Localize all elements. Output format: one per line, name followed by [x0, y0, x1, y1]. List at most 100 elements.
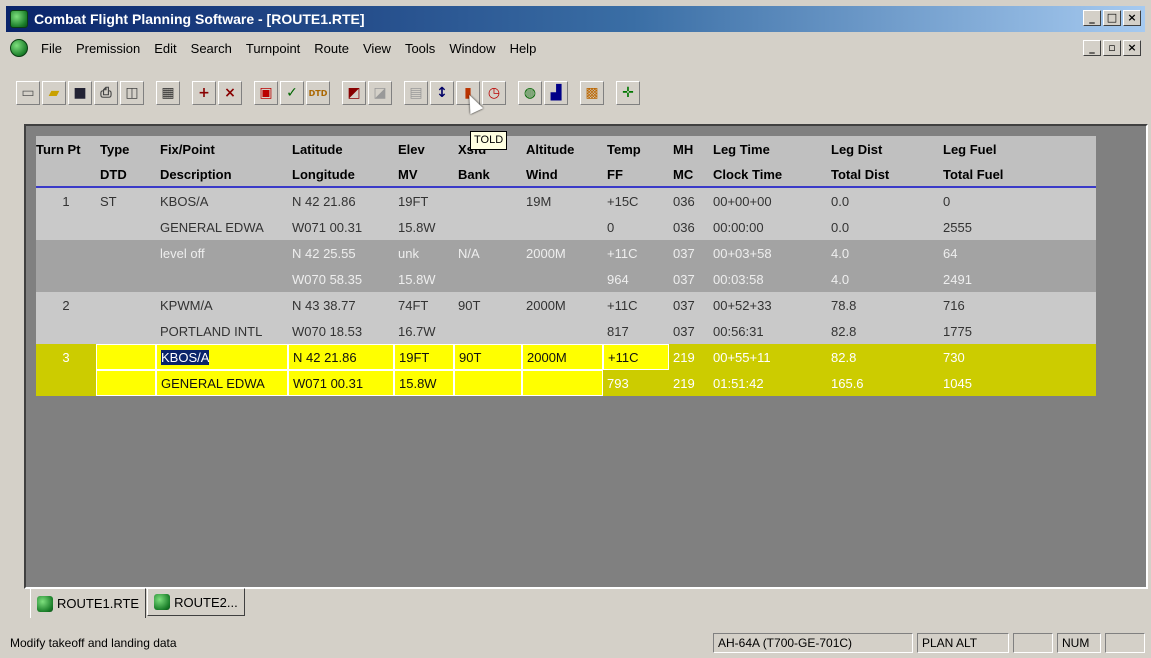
menu-search[interactable]: Search	[184, 41, 239, 56]
table-cell[interactable]	[454, 266, 522, 292]
column-header[interactable]: Longitude	[288, 167, 394, 182]
menu-help[interactable]: Help	[503, 41, 544, 56]
column-header[interactable]: MC	[669, 167, 709, 182]
table-cell[interactable]: KBOS/A	[156, 188, 288, 214]
table-cell[interactable]: +11C	[603, 344, 669, 370]
menu-file[interactable]: File	[34, 41, 69, 56]
table-cell[interactable]: 90T	[454, 344, 522, 370]
table-cell[interactable]: 00:03:58	[709, 266, 827, 292]
table-cell[interactable]	[522, 214, 603, 240]
column-header[interactable]: Total Dist	[827, 167, 939, 182]
menu-view[interactable]: View	[356, 41, 398, 56]
table-cell[interactable]: 793	[603, 370, 669, 396]
vertical-icon[interactable]: ↕	[430, 81, 454, 105]
column-header[interactable]: Leg Fuel	[939, 142, 1059, 157]
table-cell[interactable]: 4.0	[827, 266, 939, 292]
table-cell[interactable]: KBOS/A	[156, 344, 288, 370]
table-cell[interactable]: 78.8	[827, 292, 939, 318]
menu-route[interactable]: Route	[307, 41, 356, 56]
table-row[interactable]: PORTLAND INTL W070 18.53 16.7W 817 037 00:56:…	[36, 318, 1096, 344]
dtd-load-icon[interactable]: ▩	[580, 81, 604, 105]
table-cell[interactable]: PORTLAND INTL	[156, 318, 288, 344]
table-cell[interactable]: 037	[669, 292, 709, 318]
menu-edit[interactable]: Edit	[147, 41, 183, 56]
table-cell[interactable]: 2491	[939, 266, 1059, 292]
table-cell[interactable]: 165.6	[827, 370, 939, 396]
table-cell[interactable]	[36, 318, 96, 344]
column-header[interactable]: Elev	[394, 142, 454, 157]
table-cell[interactable]: 036	[669, 188, 709, 214]
column-header[interactable]: Clock Time	[709, 167, 827, 182]
table-cell[interactable]: 64	[939, 240, 1059, 266]
table-cell[interactable]: 15.8W	[394, 370, 454, 396]
table-cell[interactable]	[522, 318, 603, 344]
table-cell[interactable]: 00:00:00	[709, 214, 827, 240]
table-cell[interactable]: 82.8	[827, 344, 939, 370]
table-cell[interactable]: 1045	[939, 370, 1059, 396]
table-cell[interactable]	[96, 370, 156, 396]
table-row[interactable]: 1 ST KBOS/A N 42 21.86 19FT 19M +15C 036 00+00+0…	[36, 188, 1096, 214]
check-icon[interactable]: ✓	[280, 81, 304, 105]
table-cell[interactable]: unk	[394, 240, 454, 266]
table-cell[interactable]	[96, 266, 156, 292]
table-cell[interactable]: 16.7W	[394, 318, 454, 344]
table-cell[interactable]: 964	[603, 266, 669, 292]
table-cell[interactable]	[96, 344, 156, 370]
menu-tools[interactable]: Tools	[398, 41, 442, 56]
table-cell[interactable]: W070 18.53	[288, 318, 394, 344]
delete-turnpoint-icon[interactable]: ×	[218, 81, 242, 105]
table-cell[interactable]: 817	[603, 318, 669, 344]
column-header[interactable]: Description	[156, 167, 288, 182]
table-cell[interactable]: 19FT	[394, 344, 454, 370]
table-cell[interactable]: 0.0	[827, 188, 939, 214]
table-cell[interactable]: 4.0	[827, 240, 939, 266]
table-cell[interactable]: 2	[36, 292, 96, 318]
table-cell[interactable]: 2000M	[522, 292, 603, 318]
table-cell[interactable]: 19M	[522, 188, 603, 214]
table-cell[interactable]: 2000M	[522, 344, 603, 370]
table-cell[interactable]	[36, 214, 96, 240]
table-cell[interactable]: N 43 38.77	[288, 292, 394, 318]
dtd-icon[interactable]: DTD	[306, 81, 330, 105]
table-cell[interactable]: +11C	[603, 240, 669, 266]
column-header[interactable]: Latitude	[288, 142, 394, 157]
globe-icon[interactable]: ◍	[518, 81, 542, 105]
table-cell[interactable]	[36, 240, 96, 266]
table-cell[interactable]: 0	[603, 214, 669, 240]
table-cell[interactable]: 00+00+00	[709, 188, 827, 214]
disabled-icon[interactable]: ◪	[368, 81, 392, 105]
table-cell[interactable]: 1775	[939, 318, 1059, 344]
print-preview-icon[interactable]: ◫	[120, 81, 144, 105]
table-cell[interactable]: ST	[96, 188, 156, 214]
table-row[interactable]: W070 58.35 15.8W 964 037 00:03:58 4.0 2491	[36, 266, 1096, 292]
settings-icon[interactable]: ▤	[404, 81, 428, 105]
table-cell[interactable]: 15.8W	[394, 214, 454, 240]
column-header[interactable]: Wind	[522, 167, 603, 182]
table-cell[interactable]: 90T	[454, 292, 522, 318]
table-cell[interactable]: 0	[939, 188, 1059, 214]
table-cell[interactable]	[96, 318, 156, 344]
table-cell[interactable]	[522, 266, 603, 292]
table-cell[interactable]: N 42 21.86	[288, 188, 394, 214]
print-icon[interactable]: ⎙	[94, 81, 118, 105]
document-icon[interactable]	[10, 39, 28, 57]
table-row[interactable]: level off N 42 25.55 unk N/A 2000M +11C 037 00+…	[36, 240, 1096, 266]
table-cell[interactable]: 716	[939, 292, 1059, 318]
child-restore-button[interactable]: ▫	[1103, 40, 1121, 56]
table-cell[interactable]: 0.0	[827, 214, 939, 240]
table-cell[interactable]	[156, 266, 288, 292]
insert-turnpoint-icon[interactable]: +	[192, 81, 216, 105]
restore-button[interactable]: □	[1103, 10, 1121, 26]
table-cell[interactable]: 15.8W	[394, 266, 454, 292]
table-cell[interactable]: KPWM/A	[156, 292, 288, 318]
table-cell[interactable]: W071 00.31	[288, 214, 394, 240]
table-cell[interactable]: W071 00.31	[288, 370, 394, 396]
table-cell[interactable]: 2555	[939, 214, 1059, 240]
tab-route1[interactable]: ROUTE1.RTE	[30, 588, 147, 618]
table-cell[interactable]: N/A	[454, 240, 522, 266]
told-icon[interactable]: ◩	[342, 81, 366, 105]
table-cell[interactable]: 00+03+58	[709, 240, 827, 266]
menu-turnpoint[interactable]: Turnpoint	[239, 41, 307, 56]
table-cell[interactable]	[454, 318, 522, 344]
table-cell[interactable]	[96, 292, 156, 318]
